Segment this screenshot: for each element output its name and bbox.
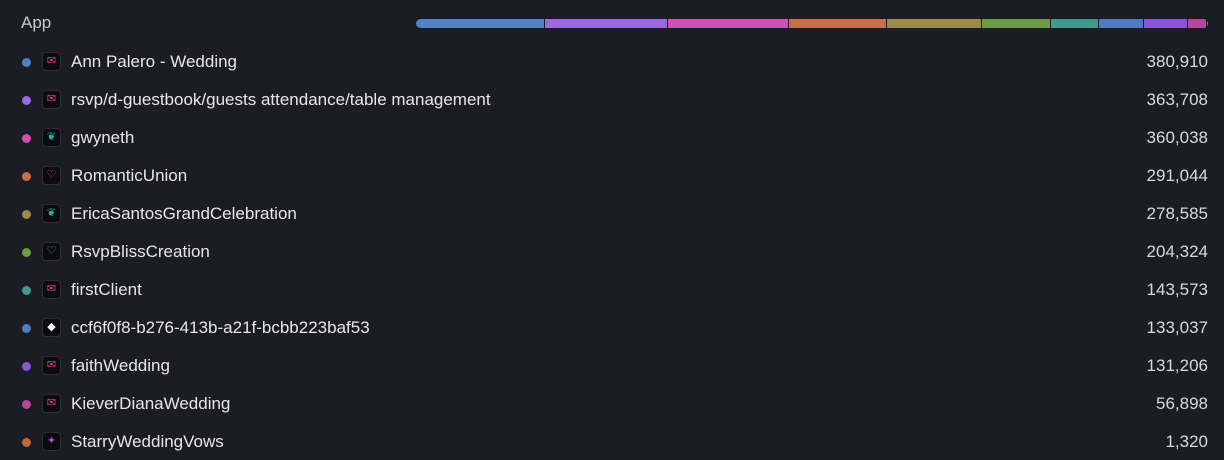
envelope-icon: ✉ xyxy=(42,52,61,71)
usage-bar-segment[interactable] xyxy=(981,19,1051,28)
app-name: firstClient xyxy=(71,280,142,299)
app-name: KieverDianaWedding xyxy=(71,394,231,413)
app-count: 204,324 xyxy=(1146,242,1208,261)
panel-header: App xyxy=(0,0,1224,46)
rose-icon-glyph: ❦ xyxy=(46,207,57,219)
app-name: RomanticUnion xyxy=(71,166,188,185)
cube-icon: ◆ xyxy=(42,318,61,337)
app-count: 133,037 xyxy=(1146,318,1208,337)
series-color-dot xyxy=(22,400,31,409)
usage-bar-segment[interactable] xyxy=(1143,19,1189,28)
column-header-app: App xyxy=(21,13,52,32)
sparkle-icon: ✦ xyxy=(42,432,61,451)
series-color-dot xyxy=(22,438,31,447)
app-name: rsvp/d-guestbook/guests attendance/table… xyxy=(71,90,491,109)
app-count: 131,206 xyxy=(1146,356,1208,375)
heart-icon-glyph: ♡ xyxy=(46,169,57,181)
envelope-icon: ✉ xyxy=(42,394,61,413)
series-color-dot xyxy=(22,58,31,67)
envelope-icon-glyph: ✉ xyxy=(46,397,57,409)
envelope-icon: ✉ xyxy=(42,280,61,299)
usage-bar-segment[interactable] xyxy=(1207,19,1208,28)
list-item[interactable]: ✉ faithWedding 131,206 xyxy=(0,347,1224,385)
series-color-dot xyxy=(22,324,31,333)
app-name: Ann Palero - Wedding xyxy=(71,52,238,71)
app-count: 363,708 xyxy=(1146,90,1208,109)
series-color-dot xyxy=(22,96,31,105)
list-item[interactable]: ✦ StarryWeddingVows 1,320 xyxy=(0,423,1224,460)
list-item[interactable]: ✉ Ann Palero - Wedding 380,910 xyxy=(0,43,1224,81)
app-name: StarryWeddingVows xyxy=(71,432,224,451)
usage-bar-segment[interactable] xyxy=(1188,19,1208,28)
usage-bar-segment[interactable] xyxy=(667,19,790,28)
usage-bar-segment[interactable] xyxy=(544,19,668,28)
envelope-icon: ✉ xyxy=(42,90,61,109)
series-color-dot xyxy=(22,172,31,181)
app-usage-panel: App ✉ Ann Palero - Wedding 380,910 ✉ rsvp/d-… xyxy=(0,0,1224,460)
app-name: EricaSantosGrandCelebration xyxy=(71,204,297,223)
rose-icon: ❦ xyxy=(42,204,61,223)
usage-bar-segment[interactable] xyxy=(416,19,545,28)
list-item[interactable]: ❦ gwyneth 360,038 xyxy=(0,119,1224,157)
app-name: faithWedding xyxy=(71,356,170,375)
app-count: 380,910 xyxy=(1146,52,1208,71)
list-item[interactable]: ✉ firstClient 143,573 xyxy=(0,271,1224,309)
heart-icon: ♡ xyxy=(42,242,61,261)
series-color-dot xyxy=(22,362,31,371)
usage-bar-segment[interactable] xyxy=(789,19,888,28)
heart-icon: ♡ xyxy=(42,166,61,185)
envelope-icon-glyph: ✉ xyxy=(46,283,57,295)
app-name: RsvpBlissCreation xyxy=(71,242,210,261)
heart-icon-glyph: ♡ xyxy=(46,245,57,257)
rose-icon-glyph: ❦ xyxy=(46,131,57,143)
list-item[interactable]: ♡ RsvpBlissCreation 204,324 xyxy=(0,233,1224,271)
list-item[interactable]: ✉ KieverDianaWedding 56,898 xyxy=(0,385,1224,423)
app-count: 56,898 xyxy=(1156,394,1208,413)
app-name: ccf6f0f8-b276-413b-a21f-bcbb223baf53 xyxy=(71,318,370,337)
sparkle-icon-glyph: ✦ xyxy=(46,435,57,447)
envelope-icon-glyph: ✉ xyxy=(46,359,57,371)
app-count: 291,044 xyxy=(1146,166,1208,185)
cube-icon-glyph: ◆ xyxy=(47,321,56,333)
series-color-dot xyxy=(22,210,31,219)
rose-icon: ❦ xyxy=(42,128,61,147)
envelope-icon-glyph: ✉ xyxy=(46,93,57,105)
list-item[interactable]: ❦ EricaSantosGrandCelebration 278,585 xyxy=(0,195,1224,233)
usage-distribution-bar xyxy=(416,19,1208,28)
app-count: 143,573 xyxy=(1146,280,1208,299)
app-list: ✉ Ann Palero - Wedding 380,910 ✉ rsvp/d-gues… xyxy=(0,43,1224,460)
app-count: 1,320 xyxy=(1165,432,1208,451)
list-item[interactable]: ♡ RomanticUnion 291,044 xyxy=(0,157,1224,195)
usage-bar-segment[interactable] xyxy=(1099,19,1144,28)
list-item[interactable]: ✉ rsvp/d-guestbook/guests attendance/tabl… xyxy=(0,81,1224,119)
series-color-dot xyxy=(22,134,31,143)
series-color-dot xyxy=(22,248,31,257)
envelope-icon-glyph: ✉ xyxy=(46,55,57,67)
list-item[interactable]: ◆ ccf6f0f8-b276-413b-a21f-bcbb223baf53 133… xyxy=(0,309,1224,347)
envelope-icon: ✉ xyxy=(42,356,61,375)
app-name: gwyneth xyxy=(71,128,135,147)
usage-bar-segment[interactable] xyxy=(1050,19,1099,28)
series-color-dot xyxy=(22,286,31,295)
app-count: 360,038 xyxy=(1146,128,1208,147)
usage-bar-segment[interactable] xyxy=(887,19,982,28)
app-count: 278,585 xyxy=(1146,204,1208,223)
